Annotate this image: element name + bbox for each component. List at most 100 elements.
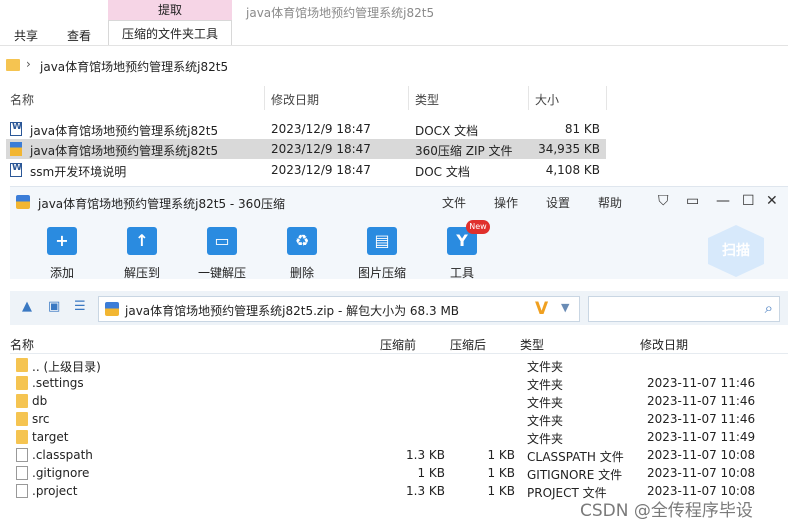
file-name: java体育馆场地预约管理系统j82t5 xyxy=(30,124,219,138)
zip-row-name: .project xyxy=(32,484,78,498)
delete-button[interactable]: ♻ 删除 xyxy=(272,217,332,281)
image-compress-button[interactable]: ▤ 图片压缩 xyxy=(352,217,412,281)
one-click-extract-label: 一键解压 xyxy=(197,266,246,280)
one-click-extract-button[interactable]: ▭ 一键解压 xyxy=(192,217,252,281)
file-type: DOCX 文档 xyxy=(415,124,479,138)
zip-row-date: 2023-11-07 11:49 xyxy=(647,430,756,444)
file-name: java体育馆场地预约管理系统j82t5 xyxy=(30,144,219,158)
recycle-bin-icon: ♻ xyxy=(287,227,317,255)
zip-row-after: 1 KB xyxy=(487,484,515,498)
up-arrow-icon[interactable]: ▲ xyxy=(22,299,32,314)
column-divider[interactable] xyxy=(408,86,409,110)
file-date: 2023/12/9 18:47 xyxy=(271,163,371,177)
delete-label: 删除 xyxy=(289,266,314,280)
zip-header-divider xyxy=(10,353,788,354)
column-date[interactable]: 修改日期 xyxy=(271,91,319,108)
file-name: ssm开发环境说明 xyxy=(30,165,127,179)
add-button[interactable]: + 添加 xyxy=(32,217,92,281)
image-compress-icon: ▤ xyxy=(367,227,397,255)
zip-column-before[interactable]: 压缩前 xyxy=(380,336,416,353)
address-bar[interactable]: › java体育馆场地预约管理系统j82t5 xyxy=(0,55,788,77)
menu-operate[interactable]: 操作 xyxy=(494,194,518,211)
zip-row-name: .settings xyxy=(32,376,84,390)
chevron-right-icon[interactable]: › xyxy=(26,57,31,71)
zip-titlebar: java体育馆场地预约管理系统j82t5 - 360压缩 文件 操作 设置 帮助… xyxy=(10,187,788,217)
zip-row-date: 2023-11-07 11:46 xyxy=(647,412,756,426)
maximize-button[interactable]: ☐ xyxy=(742,193,755,209)
zip-row[interactable]: .classpath 1.3 KB 1 KB CLASSPATH 文件 2023… xyxy=(10,446,788,464)
zip-row[interactable]: .gitignore 1 KB 1 KB GITIGNORE 文件 2023-1… xyxy=(10,464,788,482)
tools-label: 工具 xyxy=(449,266,474,280)
menu-file[interactable]: 文件 xyxy=(442,194,466,211)
zip-row-name: target xyxy=(32,430,69,444)
zip-row-before: 1.3 KB xyxy=(406,448,445,462)
column-size[interactable]: 大小 xyxy=(535,91,559,108)
dropdown-arrow-icon[interactable]: ▼ xyxy=(561,301,569,314)
close-button[interactable]: ✕ xyxy=(766,193,778,209)
one-click-extract-icon: ▭ xyxy=(207,227,237,255)
zip-toolbar: + 添加 ↑ 解压到 ▭ 一键解压 ♻ 删除 ▤ 图片压缩 Y 工具 New xyxy=(10,217,788,281)
zip-row-date: 2023-11-07 11:46 xyxy=(647,394,756,408)
archive-path-text: java体育馆场地预约管理系统j82t5.zip - 解包大小为 68.3 MB xyxy=(125,304,460,318)
column-divider[interactable] xyxy=(264,86,265,110)
zip-row[interactable]: .. (上级目录) 文件夹 xyxy=(10,356,788,374)
v-logo-icon[interactable]: V xyxy=(535,299,548,319)
zip-row[interactable]: target 文件夹 2023-11-07 11:49 xyxy=(10,428,788,446)
zip-row-name: src xyxy=(32,412,50,426)
zip-column-date[interactable]: 修改日期 xyxy=(640,336,688,353)
search-icon[interactable]: ⌕ xyxy=(765,299,773,317)
file-row[interactable]: ssm开发环境说明 2023/12/9 18:47 DOC 文档 4,108 K… xyxy=(6,160,606,180)
window-title: java体育馆场地预约管理系统j82t5 xyxy=(246,6,435,20)
minimize-button[interactable]: — xyxy=(716,193,730,209)
explorer-ribbon: 提取 java体育馆场地预约管理系统j82t5 共享 查看 压缩的文件夹工具 xyxy=(0,0,788,46)
zip-row-type: 文件夹 xyxy=(527,396,564,410)
zip-row[interactable]: .settings 文件夹 2023-11-07 11:46 xyxy=(10,374,788,392)
zip-row-type: 文件夹 xyxy=(527,432,564,446)
zip-row[interactable]: src 文件夹 2023-11-07 11:46 xyxy=(10,410,788,428)
file-row[interactable]: java体育馆场地预约管理系统j82t5 2023/12/9 18:47 DOC… xyxy=(6,119,606,139)
tab-view[interactable]: 查看 xyxy=(67,27,91,44)
tab-compressed-folder-tools[interactable]: 压缩的文件夹工具 xyxy=(108,20,232,46)
add-label: 添加 xyxy=(49,266,74,280)
tab-share[interactable]: 共享 xyxy=(14,27,38,44)
zip-row-before: 1 KB xyxy=(417,466,445,480)
search-input[interactable]: ⌕ xyxy=(588,296,780,322)
zip-column-after[interactable]: 压缩后 xyxy=(450,336,486,353)
column-divider[interactable] xyxy=(606,86,607,110)
zip-column-name[interactable]: 名称 xyxy=(10,336,34,353)
extract-to-button[interactable]: ↑ 解压到 xyxy=(112,217,172,281)
address-path[interactable]: java体育馆场地预约管理系统j82t5 xyxy=(40,58,228,75)
menu-help[interactable]: 帮助 xyxy=(598,194,622,211)
file-row-selected[interactable]: java体育馆场地预约管理系统j82t5 2023/12/9 18:47 360… xyxy=(6,139,606,159)
thumbnail-view-icon[interactable]: ▣ xyxy=(48,299,60,314)
file-size: 4,108 KB xyxy=(545,163,600,177)
zip-row-after: 1 KB xyxy=(487,466,515,480)
zip-row[interactable]: db 文件夹 2023-11-07 11:46 xyxy=(10,392,788,410)
tab-extract[interactable]: 提取 xyxy=(108,0,232,20)
zip-archive-icon xyxy=(10,142,22,156)
folder-icon xyxy=(16,376,28,390)
zip-row-name: .classpath xyxy=(32,448,93,462)
zip-row-date: 2023-11-07 10:08 xyxy=(647,448,756,462)
file-icon xyxy=(16,484,28,498)
column-type[interactable]: 类型 xyxy=(415,91,439,108)
folder-icon xyxy=(16,394,28,408)
zip-window-title: java体育馆场地预约管理系统j82t5 - 360压缩 xyxy=(38,197,285,211)
list-view-icon[interactable]: ☰ xyxy=(74,299,86,314)
zip-row-after: 1 KB xyxy=(487,448,515,462)
zip-nav-bar: ▲ ▣ ☰ java体育馆场地预约管理系统j82t5.zip - 解包大小为 6… xyxy=(10,291,788,325)
file-type: 360压缩 ZIP 文件 xyxy=(415,144,513,158)
archive-path-field[interactable]: java体育馆场地预约管理系统j82t5.zip - 解包大小为 68.3 MB… xyxy=(98,296,580,322)
new-badge: New xyxy=(466,220,490,234)
folder-icon xyxy=(16,430,28,444)
extract-to-label: 解压到 xyxy=(123,266,160,280)
extract-to-icon: ↑ xyxy=(127,227,157,255)
zip-column-type[interactable]: 类型 xyxy=(520,336,544,353)
feedback-icon[interactable]: ▭ xyxy=(686,193,699,209)
skin-icon[interactable]: ⛉ xyxy=(658,193,669,209)
column-divider[interactable] xyxy=(528,86,529,110)
menu-settings[interactable]: 设置 xyxy=(546,194,570,211)
zip-row-name: .. (上级目录) xyxy=(32,360,101,374)
column-name[interactable]: 名称 xyxy=(10,91,34,108)
zip-row-name: .gitignore xyxy=(32,466,90,480)
